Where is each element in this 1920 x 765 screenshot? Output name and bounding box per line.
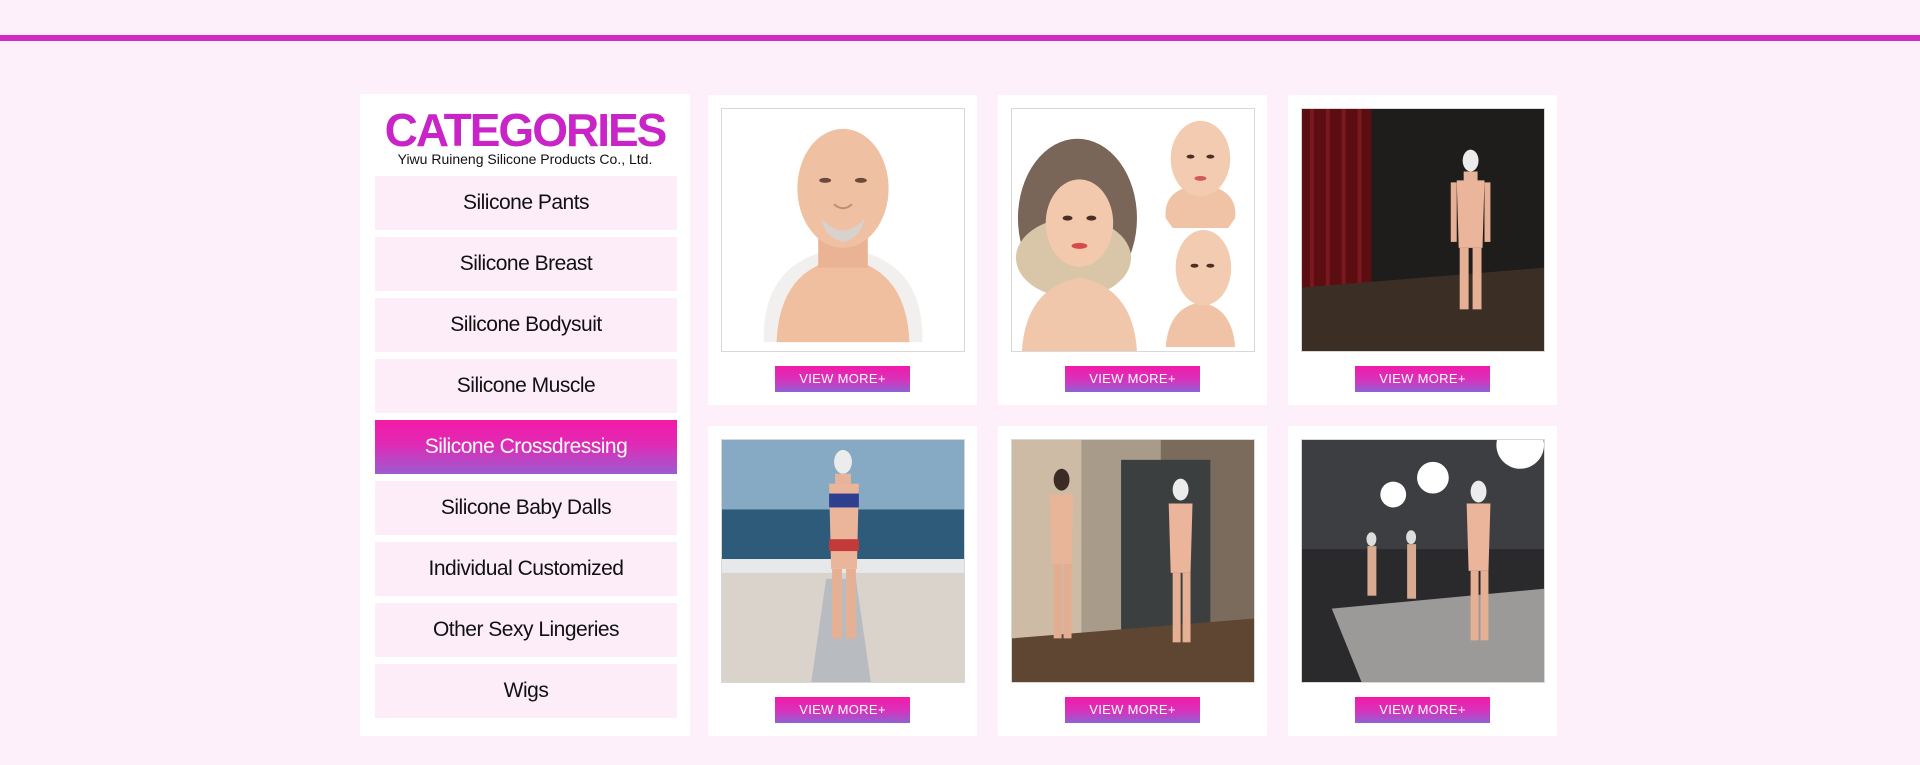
view-more-button[interactable]: VIEW MORE+: [775, 366, 910, 392]
old-man-mask-photo: [722, 109, 964, 351]
product-card-3: VIEW MORE+: [1288, 95, 1557, 405]
categories-panel: CATEGORIES Yiwu Ruineng Silicone Product…: [360, 94, 690, 736]
company-name: Yiwu Ruineng Silicone Products Co., Ltd.: [397, 151, 653, 167]
product-image[interactable]: [1011, 439, 1255, 683]
product-image[interactable]: [1301, 439, 1545, 683]
category-item-wigs[interactable]: Wigs: [375, 664, 677, 718]
view-more-button[interactable]: VIEW MORE+: [775, 697, 910, 723]
view-more-button[interactable]: VIEW MORE+: [1065, 697, 1200, 723]
product-image[interactable]: [721, 439, 965, 683]
category-item-other-sexy-lingeries[interactable]: Other Sexy Lingeries: [375, 603, 677, 657]
category-item-silicone-baby-dalls[interactable]: Silicone Baby Dalls: [375, 481, 677, 535]
bodysuit-beach-photo: [722, 440, 964, 682]
category-item-silicone-breast[interactable]: Silicone Breast: [375, 237, 677, 291]
view-more-button[interactable]: VIEW MORE+: [1065, 366, 1200, 392]
category-item-silicone-crossdressing[interactable]: Silicone Crossdressing: [375, 420, 677, 474]
bodysuit-showroom-photo: [1302, 440, 1544, 682]
product-image[interactable]: [1011, 108, 1255, 352]
product-image[interactable]: [1301, 108, 1545, 352]
female-mask-wig-photo: [1012, 109, 1254, 351]
category-item-silicone-muscle[interactable]: Silicone Muscle: [375, 359, 677, 413]
product-image[interactable]: [721, 108, 965, 352]
bodysuit-room-photo: [1012, 440, 1254, 682]
bodysuit-stage-photo: [1302, 109, 1544, 351]
product-card-4: VIEW MORE+: [708, 426, 977, 736]
category-item-silicone-pants[interactable]: Silicone Pants: [375, 176, 677, 230]
categories-list: Silicone Pants Silicone Breast Silicone …: [375, 176, 677, 725]
category-item-silicone-bodysuit[interactable]: Silicone Bodysuit: [375, 298, 677, 352]
product-card-1: VIEW MORE+: [708, 95, 977, 405]
top-accent-bar: [0, 35, 1920, 41]
view-more-button[interactable]: VIEW MORE+: [1355, 366, 1490, 392]
product-card-6: VIEW MORE+: [1288, 426, 1557, 736]
product-card-2: VIEW MORE+: [998, 95, 1267, 405]
view-more-button[interactable]: VIEW MORE+: [1355, 697, 1490, 723]
product-card-5: VIEW MORE+: [998, 426, 1267, 736]
category-item-individual-customized[interactable]: Individual Customized: [375, 542, 677, 596]
